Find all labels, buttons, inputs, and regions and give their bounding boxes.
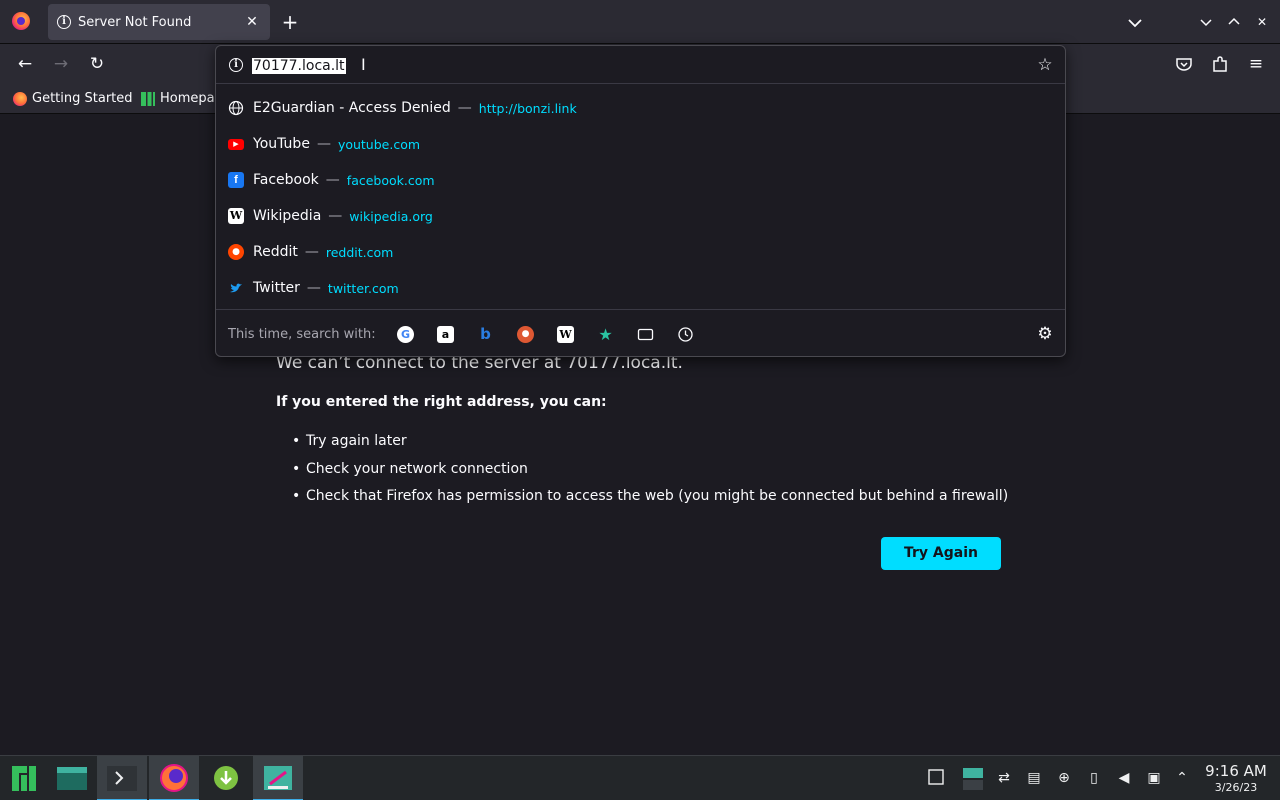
extensions-button[interactable] xyxy=(1208,52,1232,76)
duckduckgo-icon[interactable]: ● xyxy=(517,326,534,343)
error-subheading: If you entered the right address, you ca… xyxy=(276,394,607,410)
firefox-icon[interactable] xyxy=(12,12,30,30)
list-item: Check your network connection xyxy=(292,456,1008,484)
volume-icon[interactable]: ◀ xyxy=(1114,768,1134,788)
chevron-down-icon xyxy=(1128,19,1142,28)
bing-icon[interactable]: b xyxy=(477,326,494,343)
try-again-button[interactable]: Try Again xyxy=(881,537,1001,570)
youtube-icon: ▶ xyxy=(228,138,244,150)
reload-button[interactable]: ↻ xyxy=(85,52,109,76)
new-tab-button[interactable]: + xyxy=(278,10,302,34)
close-tab-icon[interactable]: ✕ xyxy=(242,12,262,32)
download-icon xyxy=(214,766,238,790)
clipboard-icon[interactable]: ▯ xyxy=(1084,768,1104,788)
bookmark-getting-started[interactable]: Getting Started xyxy=(13,91,133,106)
task-terminal[interactable] xyxy=(97,756,147,800)
globe-icon xyxy=(228,100,244,116)
info-icon: i xyxy=(57,15,71,29)
application-launcher[interactable] xyxy=(0,756,50,800)
back-button[interactable]: ← xyxy=(13,52,37,76)
puzzle-icon xyxy=(1213,56,1227,72)
taskbar: ⇄ ▤ ⊕ ▯ ◀ ▣ ⌃ 9:16 AM 3/26/23 xyxy=(0,755,1280,800)
show-desktop-icon[interactable] xyxy=(926,768,946,788)
maximize-icon xyxy=(1228,17,1240,25)
one-off-search-bar: This time, search with: G a b ● W ★ ⚙ xyxy=(216,309,1065,357)
tab-strip: i Server Not Found ✕ + ✕ xyxy=(0,0,1280,44)
urlbar: i 70177.loca.lt I ☆ xyxy=(216,46,1065,84)
terminal-icon xyxy=(107,766,137,791)
site-info-icon[interactable]: i xyxy=(229,58,243,72)
result-row[interactable]: W Wikipedia — wikipedia.org xyxy=(216,198,1065,234)
result-row[interactable]: ▶ YouTube — youtube.com xyxy=(216,126,1065,162)
reddit-icon: ● xyxy=(228,244,244,260)
clipboard-manager-icon[interactable]: ▤ xyxy=(1024,768,1044,788)
minimize-icon xyxy=(1200,19,1212,27)
network-icon[interactable]: ▣ xyxy=(1144,768,1164,788)
tab-title: Server Not Found xyxy=(78,14,192,30)
tabs-icon[interactable] xyxy=(637,326,654,343)
error-suggestions: Try again later Check your network conne… xyxy=(292,428,1008,511)
clock-date[interactable]: 3/26/23 xyxy=(1200,781,1272,794)
urlbar-dropdown: i 70177.loca.lt I ☆ E2Guardian - Access … xyxy=(215,45,1066,357)
google-icon[interactable]: G xyxy=(397,326,414,343)
result-row[interactable]: ● Reddit — reddit.com xyxy=(216,234,1065,270)
result-row[interactable]: Twitter — twitter.com xyxy=(216,270,1065,306)
tab-server-not-found[interactable]: i Server Not Found ✕ xyxy=(48,4,270,40)
amazon-icon[interactable]: a xyxy=(437,326,454,343)
chevron-up-icon[interactable]: ⌃ xyxy=(1172,768,1192,788)
pocket-icon xyxy=(1176,58,1192,71)
history-icon[interactable] xyxy=(677,326,694,343)
updates-icon[interactable]: ⊕ xyxy=(1054,768,1074,788)
window-close-button[interactable]: ✕ xyxy=(1252,12,1272,32)
forward-button[interactable]: → xyxy=(49,52,73,76)
file-manager-icon xyxy=(57,767,87,790)
list-item: Try again later xyxy=(292,428,1008,456)
wikipedia-icon[interactable]: W xyxy=(557,326,574,343)
list-item: Check that Firefox has permission to acc… xyxy=(292,483,1008,511)
search-settings-gear-icon[interactable]: ⚙ xyxy=(1035,324,1055,344)
bookmark-star-button[interactable]: ☆ xyxy=(1035,55,1055,75)
pocket-button[interactable] xyxy=(1172,52,1196,76)
clock-time[interactable]: 9:16 AM xyxy=(1200,762,1272,780)
task-downloader[interactable] xyxy=(201,756,251,800)
minimize-button[interactable] xyxy=(1196,12,1216,32)
twitter-icon xyxy=(228,280,244,296)
result-row[interactable]: f Facebook — facebook.com xyxy=(216,162,1065,198)
url-input[interactable]: 70177.loca.lt xyxy=(252,56,852,76)
bookmark-homepage[interactable]: Homepa xyxy=(141,91,215,106)
task-app[interactable] xyxy=(253,756,303,800)
manjaro-icon xyxy=(141,91,155,106)
manjaro-menu-icon xyxy=(12,766,36,791)
app-menu-button[interactable]: ≡ xyxy=(1244,52,1268,76)
firefox-icon xyxy=(160,764,188,792)
urlbar-results: E2Guardian - Access Denied — http://bonz… xyxy=(216,90,1065,306)
firefox-icon xyxy=(13,91,27,106)
text-cursor-icon: I xyxy=(361,55,366,74)
task-firefox[interactable] xyxy=(149,756,199,800)
facebook-icon: f xyxy=(228,172,244,188)
list-all-tabs-button[interactable] xyxy=(1124,12,1146,34)
app-icon xyxy=(264,766,292,790)
search-with-label: This time, search with: xyxy=(228,327,376,342)
maximize-button[interactable] xyxy=(1224,12,1244,32)
result-row[interactable]: E2Guardian - Access Denied — http://bonz… xyxy=(216,90,1065,126)
pager-icon[interactable] xyxy=(962,768,984,790)
kde-connect-icon[interactable]: ⇄ xyxy=(994,768,1014,788)
bookmarks-icon[interactable]: ★ xyxy=(597,326,614,343)
wikipedia-icon: W xyxy=(228,208,244,224)
task-file-manager[interactable] xyxy=(47,756,97,800)
